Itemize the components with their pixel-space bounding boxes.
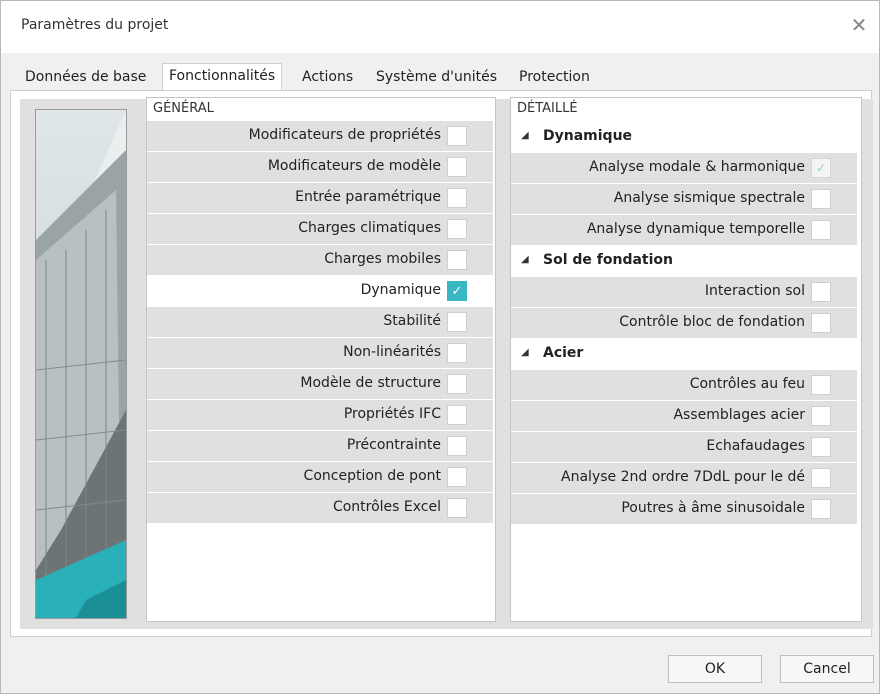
collapse-triangle-icon[interactable]: ◢ bbox=[521, 130, 529, 141]
checkbox[interactable] bbox=[447, 188, 467, 208]
general-item[interactable]: Stabilité bbox=[147, 307, 493, 337]
tab-fonctionnalites[interactable]: Fonctionnalités bbox=[162, 63, 283, 92]
checkbox[interactable] bbox=[447, 405, 467, 425]
general-item-label: Charges mobiles bbox=[324, 251, 441, 267]
general-item[interactable]: Conception de pont bbox=[147, 462, 493, 492]
general-item[interactable]: Modificateurs de modèle bbox=[147, 152, 493, 182]
checkbox[interactable] bbox=[447, 157, 467, 177]
general-item-label: Précontrainte bbox=[346, 437, 441, 453]
detail-item[interactable]: Assemblages acier bbox=[511, 401, 857, 431]
detail-item[interactable]: Analyse dynamique temporelle bbox=[511, 215, 857, 245]
checkbox-checked-icon[interactable]: ✓ bbox=[447, 281, 467, 301]
general-item[interactable]: Contrôles Excel bbox=[147, 493, 493, 523]
cancel-button[interactable]: Cancel bbox=[780, 655, 874, 683]
collapse-triangle-icon[interactable]: ◢ bbox=[521, 347, 529, 358]
tab-actions[interactable]: Actions bbox=[296, 65, 359, 89]
tab-donnees-de-base[interactable]: Données de base bbox=[19, 65, 152, 89]
detail-item[interactable]: Contrôles au feu bbox=[511, 370, 857, 400]
detail-item-label: Analyse dynamique temporelle bbox=[586, 221, 805, 237]
general-item[interactable]: Entrée paramétrique bbox=[147, 183, 493, 213]
checkbox[interactable] bbox=[447, 219, 467, 239]
general-item[interactable]: Modèle de structure bbox=[147, 369, 493, 399]
detail-group-title: Sol de fondation bbox=[543, 252, 673, 268]
decorative-building-image bbox=[35, 109, 127, 619]
checkbox[interactable] bbox=[811, 189, 831, 209]
general-item[interactable]: Charges climatiques bbox=[147, 214, 493, 244]
detail-group-header[interactable]: ◢ Dynamique bbox=[511, 125, 857, 151]
checkbox[interactable] bbox=[447, 436, 467, 456]
general-item[interactable]: Précontrainte bbox=[147, 431, 493, 461]
detail-item[interactable]: Poutres à âme sinusoidale bbox=[511, 494, 857, 524]
general-item[interactable]: Dynamique ✓ bbox=[147, 276, 493, 306]
general-item-label: Propriétés IFC bbox=[343, 406, 441, 422]
checkbox[interactable] bbox=[447, 374, 467, 394]
checkbox[interactable] bbox=[811, 313, 831, 333]
general-item-label: Stabilité bbox=[383, 313, 441, 329]
general-item[interactable]: Modificateurs de propriétés bbox=[147, 121, 493, 151]
detail-item-label: Poutres à âme sinusoidale bbox=[621, 500, 805, 516]
detail-item[interactable]: Contrôle bloc de fondation bbox=[511, 308, 857, 338]
checkbox[interactable] bbox=[447, 312, 467, 332]
checkbox[interactable] bbox=[811, 220, 831, 240]
general-item-label: Conception de pont bbox=[303, 468, 441, 484]
project-settings-dialog: Paramètres du projet ✕ Données de base F… bbox=[0, 0, 880, 694]
general-item-label: Entrée paramétrique bbox=[295, 189, 441, 205]
title-bar: Paramètres du projet ✕ bbox=[1, 1, 879, 53]
checkbox[interactable] bbox=[447, 498, 467, 518]
detail-item-label: Echafaudages bbox=[706, 438, 805, 454]
general-item-label: Modificateurs de propriétés bbox=[248, 127, 441, 143]
detail-group-title: Dynamique bbox=[543, 128, 633, 144]
close-icon[interactable]: ✕ bbox=[847, 13, 871, 37]
detail-group-header[interactable]: ◢ Sol de fondation bbox=[511, 249, 857, 275]
tab-systeme-unites[interactable]: Système d'unités bbox=[370, 65, 503, 89]
checkbox[interactable] bbox=[811, 499, 831, 519]
detail-item-label: Interaction sol bbox=[704, 283, 805, 299]
detail-item-label: Analyse 2nd ordre 7DdL pour le dé bbox=[561, 469, 805, 485]
detail-group-title: Acier bbox=[543, 345, 584, 361]
general-item-label: Modificateurs de modèle bbox=[267, 158, 441, 174]
dialog-title: Paramètres du projet bbox=[21, 17, 169, 33]
detail-item-label: Analyse sismique spectrale bbox=[613, 190, 805, 206]
general-header: GÉNÉRAL bbox=[153, 101, 214, 116]
tab-protection[interactable]: Protection bbox=[513, 65, 596, 89]
checkbox[interactable] bbox=[811, 406, 831, 426]
detail-item-label: Analyse modale & harmonique bbox=[589, 159, 805, 175]
detail-item-label: Assemblages acier bbox=[673, 407, 805, 423]
checkbox-checked-icon: ✓ bbox=[811, 158, 831, 178]
checkbox[interactable] bbox=[811, 437, 831, 457]
collapse-triangle-icon[interactable]: ◢ bbox=[521, 254, 529, 265]
checkbox[interactable] bbox=[447, 467, 467, 487]
checkbox[interactable] bbox=[447, 343, 467, 363]
checkbox[interactable] bbox=[811, 468, 831, 488]
general-item-label: Modèle de structure bbox=[300, 375, 441, 391]
general-item[interactable]: Non-linéarités bbox=[147, 338, 493, 368]
general-item-label: Dynamique bbox=[360, 282, 441, 298]
detail-item[interactable]: Echafaudages bbox=[511, 432, 857, 462]
detail-item[interactable]: Analyse modale & harmonique ✓ bbox=[511, 153, 857, 183]
detail-item[interactable]: Analyse sismique spectrale bbox=[511, 184, 857, 214]
detail-header: DÉTAILLÉ bbox=[517, 101, 578, 116]
detail-group-header[interactable]: ◢ Acier bbox=[511, 342, 857, 368]
general-item[interactable]: Charges mobiles bbox=[147, 245, 493, 275]
general-item-label: Non-linéarités bbox=[343, 344, 441, 360]
tab-bar: Données de base Fonctionnalités Actions … bbox=[1, 61, 879, 92]
general-item-label: Charges climatiques bbox=[298, 220, 441, 236]
detail-item-label: Contrôles au feu bbox=[689, 376, 805, 392]
general-item-label: Contrôles Excel bbox=[332, 499, 441, 515]
detail-item-label: Contrôle bloc de fondation bbox=[619, 314, 805, 330]
checkbox[interactable] bbox=[447, 126, 467, 146]
checkbox[interactable] bbox=[811, 282, 831, 302]
checkbox[interactable] bbox=[447, 250, 467, 270]
detail-item[interactable]: Analyse 2nd ordre 7DdL pour le dé bbox=[511, 463, 857, 493]
detail-item[interactable]: Interaction sol bbox=[511, 277, 857, 307]
checkbox[interactable] bbox=[811, 375, 831, 395]
general-item[interactable]: Propriétés IFC bbox=[147, 400, 493, 430]
ok-button[interactable]: OK bbox=[668, 655, 762, 683]
